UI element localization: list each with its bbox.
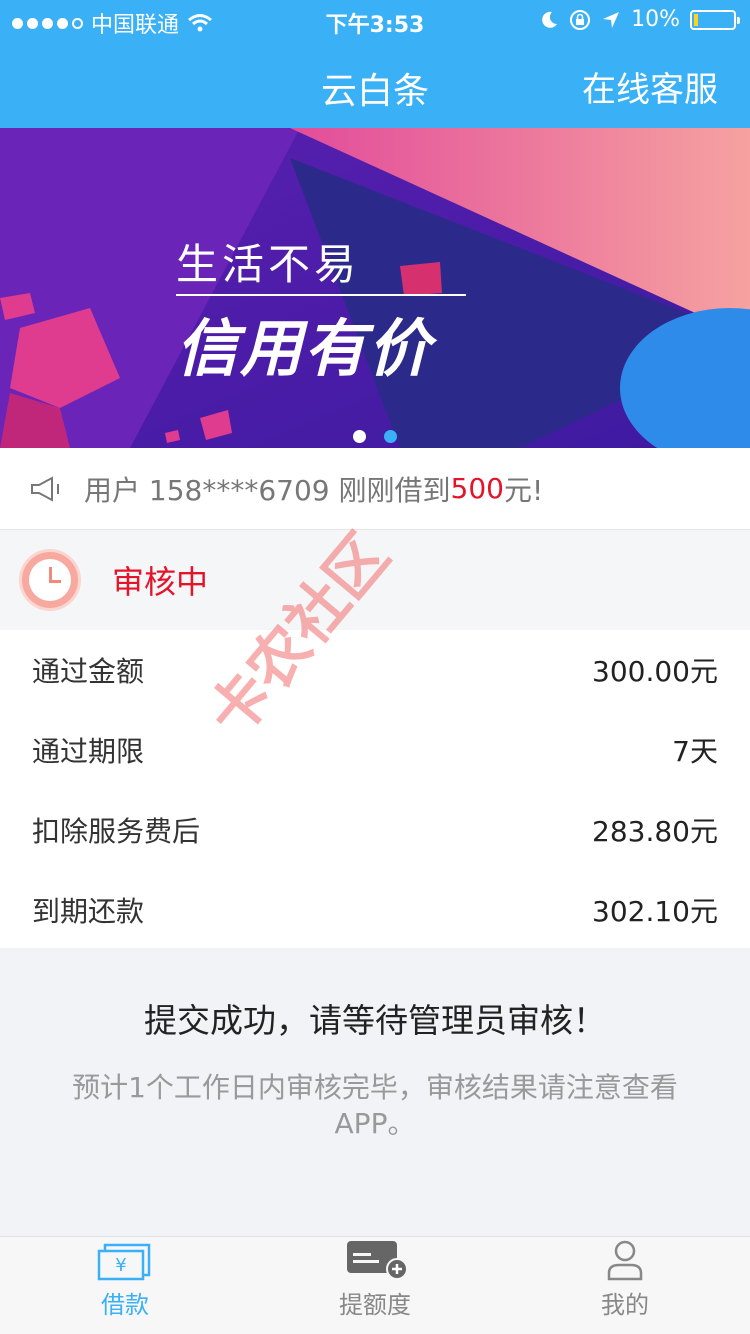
detail-value: 7天 (672, 735, 718, 768)
detail-row: 到期还款 302.10元 (0, 870, 750, 950)
tab-label: 我的 (601, 1291, 649, 1319)
app-header: 中国联通 下午3:53 10% 云白条 在线客服 (0, 0, 750, 128)
banner-slogan: 信用有价 (176, 312, 433, 385)
promo-banner[interactable]: 生活不易 信用有价 (0, 128, 750, 448)
battery-fill (694, 13, 698, 26)
submit-success-title: 提交成功，请等待管理员审核！ (144, 1001, 606, 1040)
online-service-button[interactable]: 在线客服 (582, 62, 718, 111)
notice-prefix: 用户 158****6709 刚刚借到 (84, 473, 451, 507)
megaphone-icon (31, 475, 59, 502)
nav-bar: 云白条 在线客服 (0, 40, 750, 128)
notice-suffix: 元! (503, 473, 544, 507)
loan-details: 通过金额 300.00元 通过期限 7天 扣除服务费后 283.80元 到期还款… (0, 630, 750, 948)
tab-label: 提额度 (339, 1291, 411, 1319)
pagination-dot-2[interactable] (384, 430, 397, 443)
loan-notice: 用户 158****6709 刚刚借到 500 元! (0, 448, 750, 530)
detail-value: 283.80元 (592, 815, 718, 848)
banner-pagination (0, 430, 750, 443)
banner-art (0, 128, 750, 448)
banner-headline: 生活不易 (176, 240, 361, 289)
battery-percent: 10% (631, 7, 680, 32)
tab-label: 借款 (101, 1291, 149, 1319)
location-arrow-icon (603, 11, 620, 28)
notice-amount: 500 (450, 472, 504, 505)
user-icon (607, 1240, 643, 1281)
pagination-dot-1[interactable] (353, 430, 366, 443)
card-plus-icon (347, 1241, 408, 1280)
detail-value: 302.10元 (592, 895, 718, 928)
battery-icon (690, 9, 740, 30)
submit-success-subtitle: 预计1个工作日内审核完毕，审核结果请注意查看APP。 (72, 1071, 678, 1140)
detail-value: 300.00元 (592, 655, 718, 688)
status-bar: 中国联通 下午3:53 10% (0, 0, 750, 40)
banner-divider (176, 294, 466, 296)
detail-row: 通过金额 300.00元 (0, 630, 750, 710)
rotation-lock-icon (570, 9, 591, 30)
clock-icon (22, 552, 78, 608)
detail-row: 通过期限 7天 (0, 710, 750, 790)
moon-icon (542, 11, 558, 28)
review-status-row: 审核中 (0, 530, 750, 630)
tab-mine[interactable]: 我的 (500, 1237, 750, 1334)
tab-borrow[interactable]: ¥ 借款 (0, 1237, 250, 1334)
detail-label: 到期还款 (32, 895, 145, 928)
detail-label: 通过金额 (32, 655, 145, 688)
svg-text:¥: ¥ (115, 1255, 126, 1276)
yuan-bill-icon: ¥ (97, 1243, 151, 1281)
detail-label: 扣除服务费后 (32, 815, 201, 848)
detail-label: 通过期限 (32, 735, 145, 768)
review-status-label: 审核中 (112, 563, 209, 601)
tab-raise-limit[interactable]: 提额度 (250, 1237, 500, 1334)
detail-row: 扣除服务费后 283.80元 (0, 790, 750, 870)
tab-bar: ¥ 借款 提额度 我的 (0, 1236, 750, 1334)
